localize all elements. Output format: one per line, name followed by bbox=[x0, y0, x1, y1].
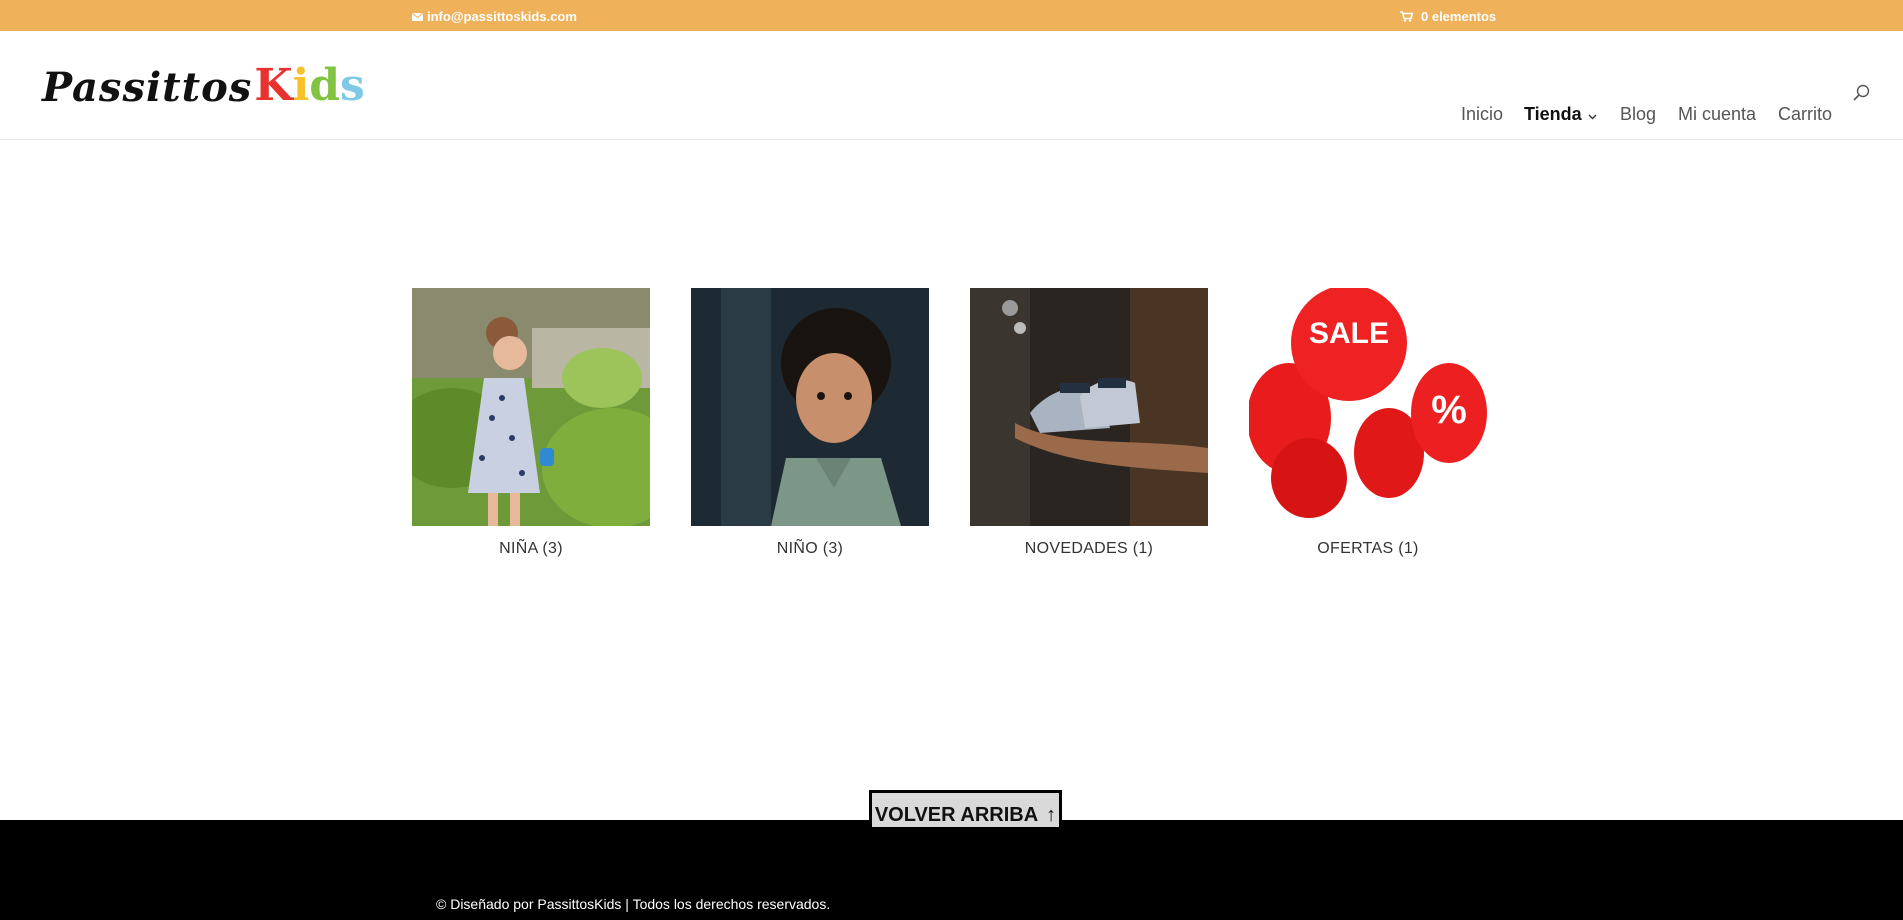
category-image-ofertas[interactable]: SALE % bbox=[1249, 288, 1487, 526]
chevron-down-icon bbox=[1588, 114, 1597, 120]
mail-icon bbox=[412, 12, 423, 21]
back-to-top-label: VOLVER ARRIBA bbox=[874, 803, 1039, 826]
category-image-nina[interactable] bbox=[412, 288, 650, 526]
email-text: info@passittoskids.com bbox=[427, 9, 577, 24]
nav-item-blog[interactable]: Blog bbox=[1620, 104, 1656, 125]
nav-item-mi-cuenta[interactable]: Mi cuenta bbox=[1678, 104, 1756, 125]
email-link[interactable]: info@passittoskids.com bbox=[412, 9, 577, 24]
site-logo[interactable]: Passittos Kids bbox=[42, 60, 365, 111]
svg-text:SALE: SALE bbox=[1309, 317, 1389, 350]
logo-text-passittos: Passittos bbox=[42, 64, 253, 111]
category-label[interactable]: NIÑO (3) bbox=[691, 540, 929, 558]
category-card-nino[interactable]: NIÑO (3) bbox=[691, 288, 929, 558]
nav-item-tienda-label: Tienda bbox=[1524, 104, 1582, 124]
cart-icon bbox=[1400, 11, 1413, 22]
nav-item-carrito[interactable]: Carrito bbox=[1778, 104, 1832, 125]
nav-item-inicio[interactable]: Inicio bbox=[1461, 104, 1503, 125]
site-footer: © Diseñado por PassittosKids | Todos los… bbox=[0, 820, 1903, 920]
site-header: Passittos Kids bbox=[0, 31, 1903, 140]
footer-copyright: © Diseñado por PassittosKids | Todos los… bbox=[436, 896, 831, 912]
logo-text-kids: Kids bbox=[254, 60, 365, 111]
search-icon[interactable] bbox=[1853, 84, 1870, 101]
category-label[interactable]: OFERTAS (1) bbox=[1249, 540, 1487, 558]
category-card-ofertas[interactable]: SALE % OFERTAS (1) bbox=[1249, 288, 1487, 558]
cart-link[interactable]: 0 elementos bbox=[1400, 9, 1496, 24]
back-to-top-button[interactable]: VOLVER ARRIBA ↑ bbox=[869, 790, 1062, 830]
cart-count-text: 0 elementos bbox=[1421, 9, 1497, 24]
category-card-nina[interactable]: NIÑA (3) bbox=[412, 288, 650, 558]
category-image-nino[interactable] bbox=[691, 288, 929, 526]
category-label[interactable]: NIÑA (3) bbox=[412, 540, 650, 558]
svg-text:%: % bbox=[1431, 388, 1467, 432]
nav-item-tienda[interactable]: Tienda bbox=[1524, 104, 1597, 125]
top-bar: info@passittoskids.com 0 elementos bbox=[0, 0, 1903, 31]
arrow-up-icon: ↑ bbox=[1046, 803, 1057, 826]
category-card-novedades[interactable]: NOVEDADES (1) bbox=[970, 288, 1208, 558]
category-image-novedades[interactable] bbox=[970, 288, 1208, 526]
category-label[interactable]: NOVEDADES (1) bbox=[970, 540, 1208, 558]
